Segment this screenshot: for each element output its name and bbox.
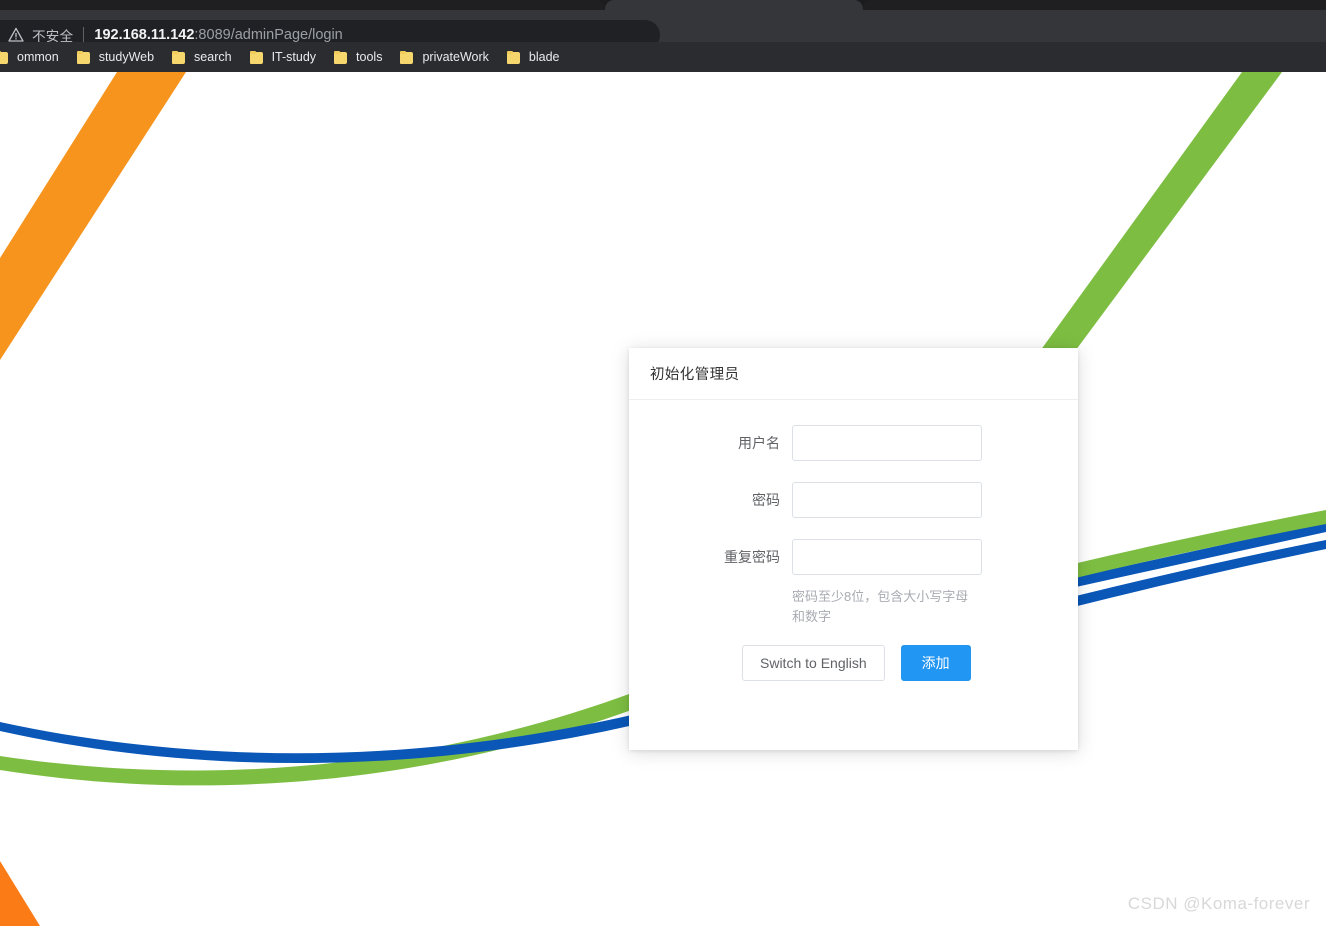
bookmarks-bar: ommon studyWeb search IT-study tools pri…: [0, 42, 1326, 72]
bookmark-tools[interactable]: tools: [325, 45, 391, 69]
folder-icon: [76, 50, 91, 64]
url-host: 192.168.11.142: [94, 27, 195, 43]
folder-icon: [400, 50, 414, 64]
password-input[interactable]: [792, 482, 982, 518]
password-label: 密码: [752, 492, 780, 508]
screen: 初始化管理员 用户名 密码 重复密码 密码至少8位，包含大小写字母和数字 Swi…: [0, 0, 1326, 926]
url-path: :8089/adminPage/login: [194, 27, 343, 43]
username-label: 用户名: [738, 435, 780, 451]
repeat-password-label: 重复密码: [724, 549, 780, 565]
green-diagonal-stripe: [1035, 72, 1282, 358]
orange-diagonal-stripe: [0, 72, 186, 360]
blue-straight-line: [1035, 522, 1326, 596]
tab-strip: [0, 0, 1326, 10]
repeat-password-input[interactable]: [792, 539, 982, 575]
bookmark-label: blade: [528, 50, 560, 64]
init-admin-dialog: 初始化管理员 用户名 密码 重复密码 密码至少8位，包含大小写字母和数字 Swi…: [629, 348, 1078, 750]
password-hint-row: 密码至少8位，包含大小写字母和数字: [629, 587, 1078, 627]
password-hint: 密码至少8位，包含大小写字母和数字: [792, 589, 969, 624]
folder-icon: [172, 50, 186, 64]
form-row-password: 密码: [629, 482, 1078, 518]
hint-spacer: [629, 587, 792, 627]
folder-icon: [506, 50, 521, 64]
add-button[interactable]: 添加: [900, 645, 971, 681]
bookmark-label: privateWork: [422, 50, 489, 64]
bookmark-label: tools: [356, 50, 383, 64]
omnibox-row: 不安全 192.168.11.142:8089/adminPage/login: [0, 10, 1326, 50]
bookmark-label: search: [194, 50, 232, 64]
active-browser-tab[interactable]: [605, 0, 863, 10]
form-row-username: 用户名: [629, 425, 1078, 461]
username-input[interactable]: [792, 425, 982, 461]
bookmark-blade[interactable]: blade: [498, 45, 569, 69]
csdn-watermark: CSDN @Koma-forever: [1127, 894, 1310, 913]
tab-strip-right-filler: [863, 0, 1326, 10]
bookmark-it-study[interactable]: IT-study: [241, 45, 325, 69]
warning-triangle-icon[interactable]: [8, 27, 24, 43]
username-control: [792, 425, 982, 461]
dialog-header: 初始化管理员: [629, 348, 1078, 400]
browser-chrome: 不安全 192.168.11.142:8089/adminPage/login …: [0, 0, 1326, 72]
bookmark-label: IT-study: [271, 50, 317, 64]
repeat-password-control: [792, 539, 982, 575]
bookmark-ommon[interactable]: ommon: [0, 45, 68, 69]
dialog-button-row: Switch to English 添加: [629, 645, 1078, 681]
form-row-repeat-password: 重复密码: [629, 539, 1078, 575]
bookmark-search[interactable]: search: [163, 45, 241, 69]
password-control: [792, 482, 982, 518]
bookmark-label: studyWeb: [98, 50, 155, 64]
switch-to-english-button[interactable]: Switch to English: [742, 645, 885, 681]
url-display: 192.168.11.142:8089/adminPage/login: [94, 27, 342, 43]
bookmark-privatework[interactable]: privateWork: [391, 45, 497, 69]
bookmark-label: ommon: [17, 50, 59, 64]
omnibox-divider: [83, 27, 85, 43]
folder-icon: [0, 50, 9, 64]
dialog-body: 用户名 密码 重复密码 密码至少8位，包含大小写字母和数字 Switch to …: [629, 400, 1078, 681]
folder-icon: [334, 50, 348, 64]
dialog-title: 初始化管理员: [650, 367, 740, 383]
folder-icon: [249, 50, 264, 64]
tab-strip-left-filler: [0, 0, 605, 10]
orange-corner-triangle: [0, 861, 40, 926]
bookmark-studyweb[interactable]: studyWeb: [68, 45, 163, 69]
